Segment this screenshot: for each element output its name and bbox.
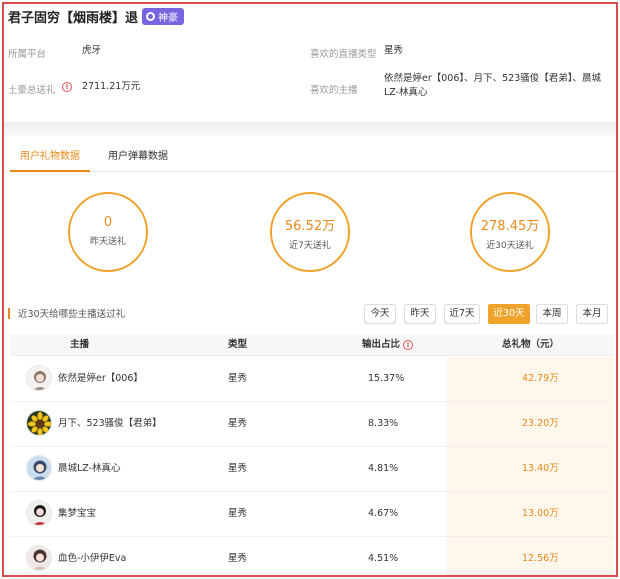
- rank-badge: 神豪: [142, 7, 185, 25]
- stat-30days-value: 278.45万: [480, 219, 540, 234]
- filter-today-button[interactable]: 今天: [364, 304, 396, 324]
- streamer-type: 星秀: [228, 373, 248, 384]
- genre-value: 星秀: [384, 45, 404, 56]
- streamer-gift: 13.40万: [522, 463, 559, 474]
- col-share: 输出占比!: [362, 334, 414, 356]
- section-divider: [4, 122, 616, 136]
- streamer-name[interactable]: 血色-小伊伊Eva: [58, 537, 126, 575]
- filter-30days-button[interactable]: 近30天: [488, 304, 530, 324]
- streamer-type: 星秀: [228, 418, 248, 429]
- streamer-name[interactable]: 集梦宝宝: [58, 492, 96, 536]
- col-gift: 总礼物（元）: [502, 339, 560, 350]
- table-header: 主播 类型 输出占比! 总礼物（元）: [10, 334, 614, 356]
- section-accent-bar: [8, 307, 10, 319]
- fav-streamer-value: 依然是婷er【006】、月下、523骚俊【君弟】、晨城LZ-林真心: [384, 73, 602, 98]
- streamer-avatar[interactable]: [26, 410, 52, 436]
- stat-yesterday-value: 0: [103, 215, 113, 230]
- table-row[interactable]: 集梦宝宝 星秀 4.67% 13.00万: [10, 492, 614, 537]
- fav-streamer-label: 喜欢的主播: [310, 85, 358, 96]
- filter-month-button[interactable]: 本月: [576, 304, 608, 324]
- table-row[interactable]: 晨城LZ-林真心 星秀 4.81% 13.40万: [10, 447, 614, 492]
- section-heading: 近30天给哪些主播送过礼: [8, 306, 125, 320]
- col-streamer: 主播: [70, 339, 90, 350]
- filter-7days-button[interactable]: 近7天: [444, 304, 480, 324]
- filter-yesterday-button[interactable]: 昨天: [404, 304, 436, 324]
- streamer-share: 4.81%: [368, 463, 399, 474]
- streamer-avatar[interactable]: [26, 545, 52, 571]
- streamer-share: 8.33%: [368, 418, 399, 429]
- streamer-avatar[interactable]: [26, 365, 52, 391]
- data-tabs: 用户礼物数据 用户弹幕数据: [4, 144, 616, 172]
- user-name: 君子固穷【烟雨楼】退: [8, 10, 139, 26]
- table-row[interactable]: 依然是婷er【006】 星秀 15.37% 42.79万: [10, 357, 614, 402]
- info-warning-icon[interactable]: !: [62, 82, 72, 92]
- badge-label: 神豪: [158, 12, 179, 24]
- streamer-share: 15.37%: [368, 373, 405, 384]
- stat-yesterday-caption: 昨天送礼: [89, 237, 126, 247]
- screenshot-frame: 君子固穷【烟雨楼】退 神豪 所属平台 虎牙 喜欢的直播类型 星秀 土豪总送礼 !…: [2, 2, 618, 577]
- streamer-avatar[interactable]: [26, 500, 52, 526]
- badge-icon: [146, 11, 156, 21]
- share-info-icon[interactable]: !: [403, 339, 414, 350]
- genre-label: 喜欢的直播类型: [310, 49, 377, 60]
- streamer-type: 星秀: [228, 508, 248, 519]
- streamer-avatar[interactable]: [26, 455, 52, 481]
- user-header: 君子固穷【烟雨楼】退 神豪: [8, 6, 185, 26]
- stat-7days: 56.52万 近7天送礼: [270, 192, 350, 272]
- total-gift-value: 2711.21万元: [82, 81, 141, 92]
- streamer-name[interactable]: 依然是婷er【006】: [58, 357, 143, 401]
- platform-label: 所属平台: [8, 49, 47, 60]
- section-title: 近30天给哪些主播送过礼: [18, 309, 126, 320]
- streamer-gift: 42.79万: [522, 373, 559, 384]
- stat-30days-caption: 近30天送礼: [486, 241, 534, 251]
- tab-gift-data[interactable]: 用户礼物数据: [10, 144, 90, 172]
- streamer-share: 4.51%: [368, 553, 399, 564]
- table-row[interactable]: 月下、523骚俊【君弟】 星秀 8.33% 23.20万: [10, 402, 614, 447]
- streamer-gift: 12.56万: [522, 553, 559, 564]
- streamer-type: 星秀: [228, 463, 248, 474]
- col-share-label: 输出占比: [362, 339, 401, 350]
- streamer-type: 星秀: [228, 553, 248, 564]
- col-type: 类型: [228, 339, 248, 350]
- tab-danmaku-data[interactable]: 用户弹幕数据: [98, 144, 178, 172]
- streamer-gift: 13.00万: [522, 508, 559, 519]
- stat-7days-caption: 近7天送礼: [289, 241, 331, 251]
- table-row[interactable]: 血色-小伊伊Eva 星秀 4.51% 12.56万: [10, 537, 614, 575]
- user-info-panel: 所属平台 虎牙 喜欢的直播类型 星秀 土豪总送礼 ! 2711.21万元 喜欢的…: [4, 34, 616, 126]
- filter-week-button[interactable]: 本周: [536, 304, 568, 324]
- stat-7days-value: 56.52万: [284, 219, 336, 234]
- streamer-name[interactable]: 月下、523骚俊【君弟】: [58, 402, 162, 446]
- streamer-gift: 23.20万: [522, 418, 559, 429]
- streamer-share: 4.67%: [368, 508, 399, 519]
- platform-value: 虎牙: [82, 45, 102, 56]
- stat-30days: 278.45万 近30天送礼: [470, 192, 550, 272]
- streamer-name[interactable]: 晨城LZ-林真心: [58, 447, 121, 491]
- total-gift-label: 土豪总送礼: [8, 85, 56, 96]
- stat-yesterday: 0 昨天送礼: [68, 192, 148, 272]
